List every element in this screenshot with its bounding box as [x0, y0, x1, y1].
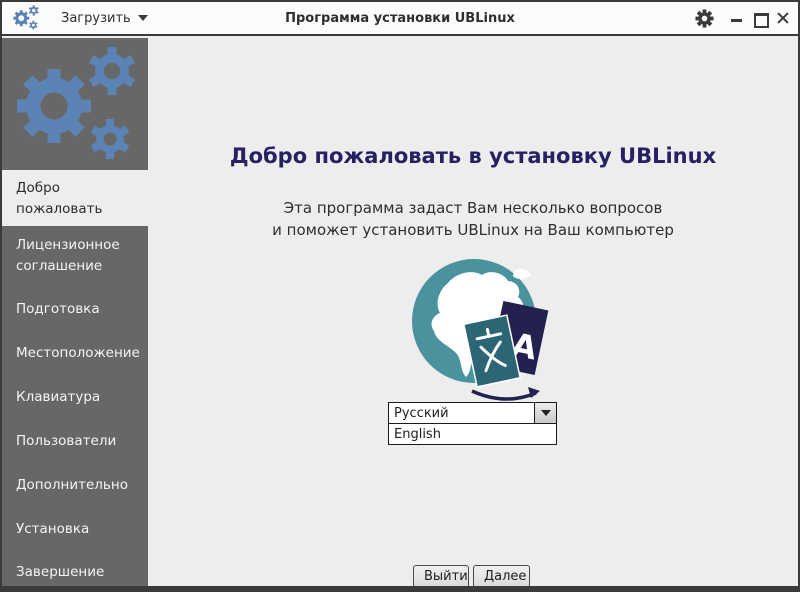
page-subtitle: Эта программа задаст Вам несколько вопро… — [148, 197, 798, 241]
subtitle-line2: и поможет установить UBLinux на Ваш комп… — [272, 221, 674, 239]
gears-logo-icon — [17, 47, 136, 159]
language-select-value: Русский — [394, 405, 449, 421]
sidebar-item-additional[interactable]: Дополнительно — [2, 475, 148, 496]
sidebar-item-installation[interactable]: Установка — [2, 519, 148, 540]
sidebar-item-preparation[interactable]: Подготовка — [2, 299, 148, 320]
sidebar-item-keyboard[interactable]: Клавиатура — [2, 387, 148, 408]
installer-window: Загрузить Программа установки UBLinux До… — [0, 0, 800, 592]
subtitle-line1: Эта программа задаст Вам несколько вопро… — [283, 199, 663, 217]
app-gears-icon — [13, 5, 39, 30]
minimize-icon[interactable] — [730, 11, 744, 25]
sidebar-item-license[interactable]: Лицензионное соглашение — [2, 235, 148, 277]
chevron-down-icon — [137, 15, 148, 21]
language-option-english[interactable]: English — [389, 427, 441, 442]
window-controls — [730, 11, 790, 28]
sidebar: Добро пожаловать Лицензионное соглашение… — [2, 38, 148, 586]
sidebar-item-location[interactable]: Местоположение — [2, 343, 148, 364]
gear-settings-icon[interactable] — [695, 8, 714, 28]
sidebar-item-users[interactable]: Пользователи — [2, 431, 148, 452]
exit-button[interactable]: Выйти — [413, 565, 469, 586]
load-menu-label: Загрузить — [61, 10, 131, 26]
page-title: Добро пожаловать в установку UBLinux — [229, 144, 717, 168]
language-select[interactable]: Русский — [388, 402, 557, 424]
titlebar: Загрузить Программа установки UBLinux — [2, 2, 798, 36]
main-content: Добро пожаловать в установку UBLinux Эта… — [148, 38, 798, 586]
load-menu-button[interactable]: Загрузить — [55, 7, 154, 30]
sidebar-item-completion[interactable]: Завершение — [2, 562, 148, 583]
language-dropdown-list: English — [388, 423, 557, 445]
close-icon[interactable] — [776, 11, 790, 25]
next-button[interactable]: Далее — [473, 565, 530, 586]
maximize-icon[interactable] — [753, 11, 769, 28]
dropdown-arrow-icon[interactable] — [534, 403, 556, 423]
sidebar-item-welcome[interactable]: Добро пожаловать — [2, 170, 148, 226]
globe-translate-icon: A — [412, 259, 549, 401]
